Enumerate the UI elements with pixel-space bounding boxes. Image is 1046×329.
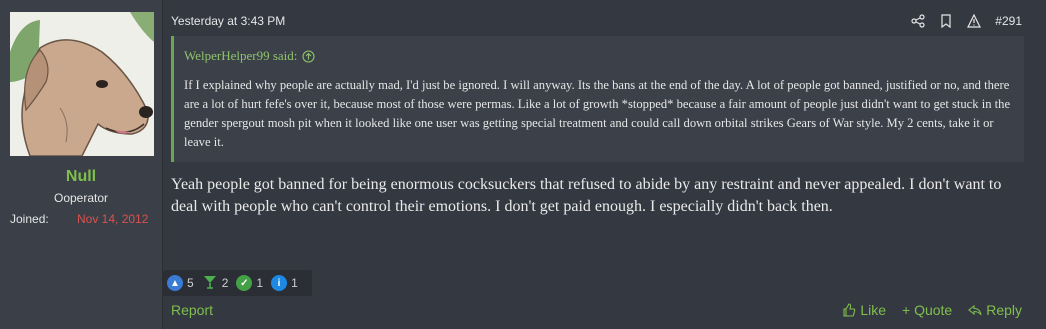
reaction-like[interactable]: ▲ 5 (167, 275, 194, 291)
like-button[interactable]: Like (842, 302, 886, 318)
report-link[interactable]: Report (171, 302, 213, 318)
reaction-count: 2 (221, 276, 229, 290)
quote-body: If I explained why people are actually m… (184, 78, 1011, 149)
reaction-info[interactable]: i 1 (271, 275, 298, 291)
user-sidebar: Null Ooperator Joined: Nov 14, 2012 (0, 0, 163, 329)
reaction-count: 1 (256, 276, 264, 290)
check-icon: ✓ (236, 275, 253, 291)
share-icon[interactable] (911, 14, 925, 28)
post-tools: #291 (911, 12, 1022, 30)
joined-date: Nov 14, 2012 (77, 212, 149, 226)
thumbs-up-icon: ▲ (167, 275, 183, 291)
quote-block: WelperHelper99 said: If I explained why … (171, 36, 1024, 162)
forum-post: Null Ooperator Joined: Nov 14, 2012 Yest… (0, 0, 1046, 329)
reactions-bar[interactable]: ▲ 5 2 ✓ 1 i 1 (163, 270, 312, 296)
quote-label: + Quote (902, 302, 953, 318)
post-timestamp[interactable]: Yesterday at 3:43 PM (171, 14, 285, 28)
reaction-check[interactable]: ✓ 1 (236, 275, 263, 291)
post-body: Yeah people got banned for being enormou… (171, 176, 1002, 215)
reaction-count: 5 (187, 276, 194, 290)
reply-button[interactable]: Reply (968, 302, 1022, 318)
post-actions: Like + Quote Reply (842, 302, 1022, 318)
reaction-count: 1 (291, 276, 298, 290)
joined-label: Joined: (10, 212, 49, 226)
quote-button[interactable]: + Quote (902, 302, 952, 318)
dog-avatar-icon (10, 12, 154, 156)
post-main: Yesterday at 3:43 PM #291 WelperHelper99… (163, 0, 1046, 329)
avatar[interactable] (10, 12, 154, 156)
username[interactable]: Null (0, 168, 162, 186)
reply-label: Reply (986, 302, 1022, 318)
like-label: Like (860, 302, 886, 318)
quote-author[interactable]: WelperHelper99 said: (184, 48, 297, 64)
bookmark-icon[interactable] (939, 14, 953, 28)
info-icon: i (271, 275, 288, 291)
post-footer: Report Like + Quote Reply (163, 300, 1046, 322)
reaction-cocktail[interactable]: 2 (202, 274, 229, 293)
user-title: Ooperator (53, 191, 109, 205)
cocktail-icon (202, 274, 218, 293)
reply-arrow-icon (968, 304, 982, 316)
report-icon[interactable] (967, 14, 982, 28)
arrow-up-circle-icon[interactable] (302, 49, 315, 63)
post-number[interactable]: #291 (995, 14, 1022, 28)
thumbs-up-outline-icon (843, 303, 856, 317)
quote-header[interactable]: WelperHelper99 said: (184, 48, 315, 64)
